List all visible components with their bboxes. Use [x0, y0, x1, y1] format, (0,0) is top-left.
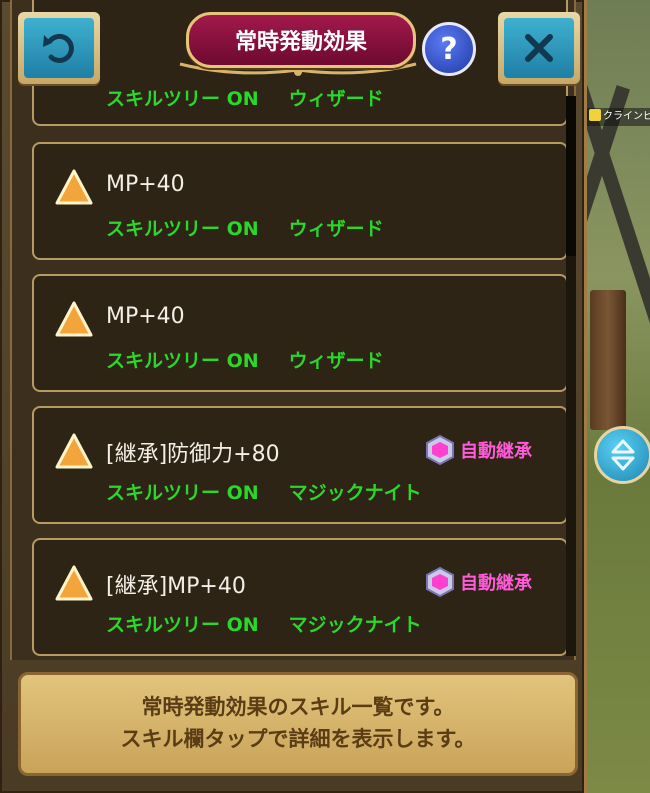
warning-triangle-icon — [55, 565, 93, 601]
list-scrollbar[interactable] — [566, 96, 576, 656]
skill-list-area: スキルツリー ON ウィザード MP+40 スキルツリー ON ウィザード MP+4… — [10, 0, 576, 660]
skill-card[interactable]: [継承]MP+40 自動継承 スキルツリー ON マジックナイト — [32, 538, 568, 656]
panel-header: 常時発動効果 ? — [0, 0, 584, 92]
back-arrow-icon — [43, 33, 74, 63]
hexagon-gem-icon — [426, 434, 454, 466]
close-button[interactable] — [498, 12, 580, 84]
warning-triangle-icon — [55, 433, 93, 469]
close-icon — [525, 34, 553, 62]
skill-tree-status: スキルツリー ON ウィザード — [106, 350, 384, 372]
hexagon-gem-icon — [426, 566, 454, 598]
skill-tree-status: スキルツリー ON マジックナイト — [106, 482, 422, 504]
skill-tree-status: スキルツリー ON ウィザード — [106, 218, 384, 240]
auto-inherit-badge: 自動継承 — [424, 566, 532, 598]
auto-inherit-badge: 自動継承 — [424, 434, 532, 466]
up-down-arrows-icon — [611, 439, 635, 471]
side-scroll-toggle-button[interactable] — [594, 426, 650, 484]
passive-skills-panel: スキルツリー ON ウィザード MP+40 スキルツリー ON ウィザード MP+4… — [0, 0, 587, 793]
npc-marker-icon — [589, 109, 601, 121]
skill-card[interactable]: MP+40 スキルツリー ON ウィザード — [32, 142, 568, 260]
back-button[interactable] — [18, 12, 100, 84]
skill-tree-status: スキルツリー ON マジックナイト — [106, 614, 422, 636]
skill-name: [継承]MP+40 — [106, 574, 246, 599]
help-question-icon: ? — [440, 31, 458, 67]
npc-name-tag: クラインビ — [585, 108, 650, 126]
warning-triangle-icon — [55, 169, 93, 205]
skill-name: MP+40 — [106, 304, 185, 329]
help-button[interactable]: ? — [422, 22, 476, 76]
wooden-post — [590, 290, 626, 430]
info-line-2: スキル欄タップで詳細を表示します。 — [120, 727, 476, 751]
scrollbar-thumb[interactable] — [566, 96, 576, 256]
skill-card[interactable]: MP+40 スキルツリー ON ウィザード — [32, 274, 568, 392]
skill-card[interactable]: [継承]防御力+80 自動継承 スキルツリー ON マジックナイト — [32, 406, 568, 524]
info-message-box: 常時発動効果のスキル一覧です。 スキル欄タップで詳細を表示します。 — [18, 672, 578, 776]
skill-name: MP+40 — [106, 172, 185, 197]
page-title: 常時発動効果 — [186, 12, 416, 68]
skill-name: [継承]防御力+80 — [106, 442, 280, 467]
info-line-1: 常時発動効果のスキル一覧です。 — [141, 695, 455, 719]
warning-triangle-icon — [55, 301, 93, 337]
